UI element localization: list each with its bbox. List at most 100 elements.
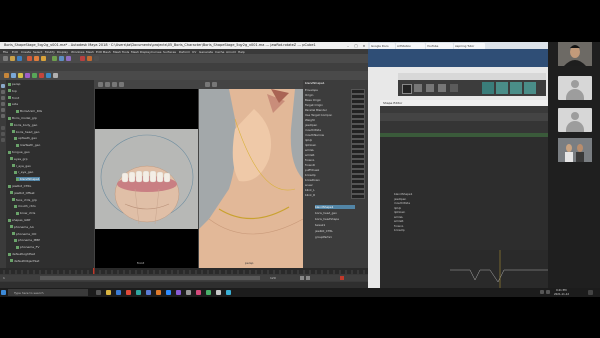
channel-attr-row[interactable]: browUp: [305, 173, 316, 177]
camera-icon[interactable]: [205, 82, 210, 87]
channel-attr-row[interactable]: Weight: [305, 118, 315, 122]
channel-attr-row[interactable]: blink_R: [305, 193, 315, 197]
palette-icon[interactable]: [496, 82, 508, 94]
channel-attr-row[interactable]: Target Origin: [305, 103, 323, 107]
play-backward-icon[interactable]: [300, 276, 304, 280]
shape-target-row[interactable]: mouthWide: [394, 201, 410, 205]
notifications-icon[interactable]: [588, 290, 593, 295]
menu-cache[interactable]: Cache: [215, 50, 224, 54]
shelf-tool-icon[interactable]: [11, 72, 16, 78]
layout-single-icon[interactable]: [1, 126, 5, 130]
menu-windows[interactable]: Windows: [71, 50, 84, 54]
network-icon[interactable]: [540, 290, 544, 294]
tray-time[interactable]: 9:41 PM: [556, 289, 566, 292]
shape-target-row[interactable]: frownL: [394, 224, 403, 228]
select-component-icon[interactable]: [41, 55, 46, 61]
participant-tile[interactable]: [558, 76, 592, 100]
shape-target-row[interactable]: browUp: [394, 228, 405, 232]
channel-attr-row[interactable]: lipDown: [305, 143, 316, 147]
outliner-item[interactable]: r_eye_geo: [14, 170, 33, 174]
shelf-tool-icon[interactable]: [18, 72, 23, 78]
menu-curves[interactable]: Curves: [151, 50, 161, 54]
file-explorer-icon[interactable]: [106, 290, 111, 295]
outliner-item[interactable]: boris_head_geo: [12, 130, 39, 134]
viewport-persp[interactable]: persp: [199, 89, 304, 268]
channel-attr-row[interactable]: lipUp: [305, 138, 312, 142]
select-hierarchy-icon[interactable]: [27, 55, 32, 61]
channel-attr-row[interactable]: Use Target Compon: [305, 113, 332, 117]
save-scene-icon[interactable]: [17, 55, 22, 61]
task-view-icon[interactable]: [96, 290, 101, 295]
outliner-item[interactable]: phoneme_MBP: [14, 238, 40, 242]
outliner-item[interactable]: phoneme_OO: [12, 232, 36, 236]
history-node-row[interactable]: blendShape1: [315, 205, 355, 209]
shape-target-row[interactable]: smileL: [394, 215, 403, 219]
outliner-item[interactable]: jawRot_Offset: [10, 191, 35, 195]
menu-surfaces[interactable]: Surfaces: [163, 50, 176, 54]
channel-attr-row[interactable]: Base Origin: [305, 98, 321, 102]
render-settings-icon[interactable]: [94, 55, 99, 61]
new-scene-icon[interactable]: [3, 55, 8, 61]
channel-attr-row[interactable]: puffCheek: [305, 168, 319, 172]
menu-uv[interactable]: UV: [192, 50, 196, 54]
outliner-item[interactable]: defaultObjectSet: [10, 259, 39, 263]
channel-attr-value[interactable]: [351, 193, 365, 199]
move-tool-icon[interactable]: [1, 102, 5, 106]
outliner-item[interactable]: mouth_ctrls: [14, 204, 36, 208]
history-node-row[interactable]: tweak1: [315, 223, 325, 227]
shelf-tool-icon[interactable]: [4, 72, 9, 78]
menu-mesh[interactable]: Mesh: [86, 50, 94, 54]
shelf-tool-icon[interactable]: [25, 72, 30, 78]
lasso-tool-icon[interactable]: [1, 90, 5, 94]
menu-edit[interactable]: Edit: [12, 50, 18, 54]
layout-four-icon[interactable]: [1, 132, 5, 136]
outliner-item[interactable]: phoneme_AA: [10, 225, 34, 229]
menu-mesh-display[interactable]: Mesh Display: [131, 50, 151, 54]
render-icon[interactable]: [80, 55, 85, 61]
snap-grid-icon[interactable]: [52, 55, 57, 61]
outliner-item[interactable]: blendShape1: [16, 177, 40, 182]
menu-select[interactable]: Select: [33, 50, 42, 54]
outliner-item[interactable]: Boris_model_grp: [8, 116, 37, 120]
palette-icon[interactable]: [524, 82, 536, 94]
channel-attr-row[interactable]: mouthWide: [305, 128, 321, 132]
channel-attr-row[interactable]: Parallel Blender: [305, 108, 327, 112]
rotate-tool-icon[interactable]: [1, 108, 5, 112]
outliner-item[interactable]: upTeeth_geo: [14, 136, 37, 140]
outliner-item[interactable]: side: [8, 102, 18, 106]
app-icon[interactable]: [146, 290, 151, 295]
shelf-tool-icon[interactable]: [39, 72, 44, 78]
ipr-render-icon[interactable]: [87, 55, 92, 61]
snap-point-icon[interactable]: [66, 55, 71, 61]
wireframe-icon[interactable]: [112, 82, 117, 87]
layout-side-icon[interactable]: [1, 138, 5, 142]
history-node-row[interactable]: boris_head_geo: [315, 211, 337, 215]
play-forward-icon[interactable]: [306, 276, 310, 280]
shape-target-row[interactable]: blendShape1: [394, 192, 412, 196]
shape-target-row[interactable]: smileR: [394, 219, 403, 223]
grid-toggle-icon[interactable]: [105, 82, 110, 87]
channel-attr-row[interactable]: jawOpen: [305, 123, 317, 127]
taskbar-search-input[interactable]: Type here to search: [8, 289, 88, 296]
app-icon[interactable]: [186, 290, 191, 295]
participant-video[interactable]: [558, 138, 592, 162]
snap-curve-icon[interactable]: [59, 55, 64, 61]
outliner-item[interactable]: eyes_grp: [10, 157, 28, 161]
outliner-item[interactable]: phoneme_FV: [16, 245, 39, 249]
channel-attr-row[interactable]: frownL: [305, 158, 314, 162]
shape-target-row[interactable]: lipUp: [394, 206, 401, 210]
open-scene-icon[interactable]: [10, 55, 15, 61]
channel-attr-row[interactable]: smileL: [305, 148, 314, 152]
viewport-front[interactable]: front: [95, 89, 198, 268]
channel-attr-row[interactable]: blink_L: [305, 188, 315, 192]
menu-file[interactable]: File: [3, 50, 8, 54]
menu-modify[interactable]: Modify: [45, 50, 55, 54]
shape-target-row[interactable]: lipDown: [394, 210, 405, 214]
menu-deform[interactable]: Deform: [179, 50, 190, 54]
scale-tool-icon[interactable]: [1, 114, 5, 118]
app-icon[interactable]: [156, 290, 161, 295]
menu-arnold[interactable]: Arnold: [226, 50, 236, 54]
tray-date[interactable]: 2021-11-12: [554, 293, 569, 296]
palette-icon[interactable]: [414, 84, 422, 92]
palette-icon[interactable]: [438, 84, 446, 92]
